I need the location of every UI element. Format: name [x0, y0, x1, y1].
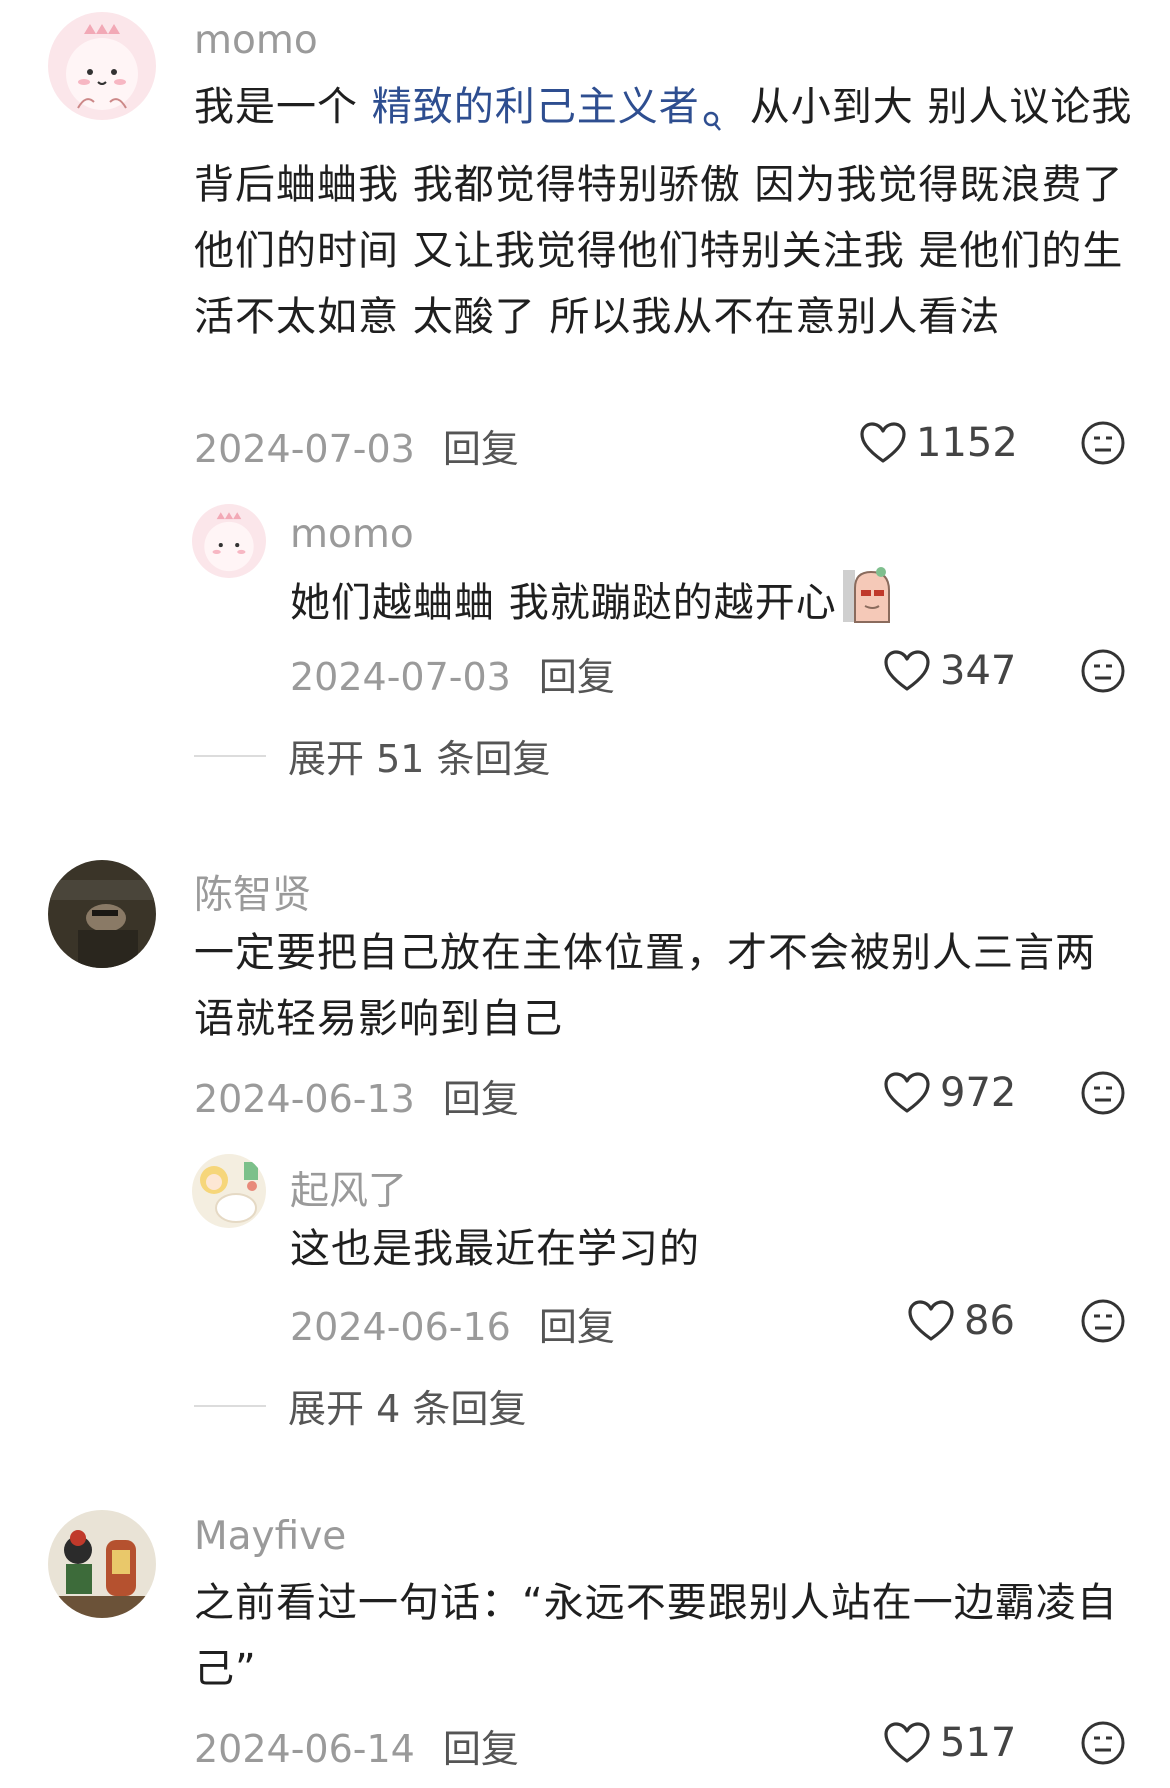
- heart-icon: [908, 1300, 954, 1341]
- reply-button[interactable]: 回复: [443, 1077, 519, 1121]
- expand-label: 展开 51 条回复: [288, 737, 551, 781]
- username[interactable]: 起风了: [290, 1160, 407, 1216]
- reply-button[interactable]: 回复: [443, 1727, 519, 1771]
- anime-girl-avatar-icon[interactable]: [192, 1154, 266, 1228]
- like-count: 517: [940, 1720, 1017, 1766]
- search-icon[interactable]: [702, 86, 722, 152]
- comment-text-body: 她们越蛐蛐 我就蹦跶的越开心: [290, 580, 837, 626]
- dislike-face-icon[interactable]: [1080, 1298, 1126, 1348]
- dislike-face-icon[interactable]: [1080, 420, 1126, 470]
- search-link[interactable]: 精致的利己主义者: [372, 84, 700, 130]
- like-count: 347: [940, 648, 1017, 694]
- like-button[interactable]: 86: [908, 1298, 1015, 1344]
- comment-text-body: 之前看过一句话：“永远不要跟别人站在一边霸凌自己”: [194, 1580, 1118, 1692]
- expand-replies-button[interactable]: 展开 51 条回复: [194, 728, 551, 783]
- expand-replies-button[interactable]: 展开 4 条回复: [194, 1378, 526, 1433]
- pink-cartoon-avatar-icon[interactable]: [192, 504, 266, 578]
- comment-text: 我是一个 精致的利己主义者 从小到大 别人议论我 背后蛐蛐我 我都觉得特别骄傲 因…: [194, 74, 1134, 350]
- username[interactable]: 陈智贤: [194, 864, 311, 920]
- dislike-face-icon[interactable]: [1080, 1070, 1126, 1120]
- comment-text: 这也是我最近在学习的: [290, 1216, 1150, 1282]
- reply-button[interactable]: 回复: [539, 655, 615, 699]
- heart-icon: [860, 422, 906, 463]
- comment-date: 2024-07-03: [194, 427, 415, 471]
- comment-date: 2024-06-13: [194, 1077, 415, 1121]
- pink-cartoon-avatar-icon[interactable]: [48, 12, 156, 120]
- divider-line: [194, 1404, 266, 1407]
- reply-button[interactable]: 回复: [539, 1305, 615, 1349]
- dislike-face-icon[interactable]: [1080, 648, 1126, 698]
- comment-text: 一定要把自己放在主体位置，才不会被别人三言两语就轻易影响到自己: [194, 920, 1134, 1052]
- comment-text-before: 我是一个: [194, 84, 372, 130]
- toy-collection-avatar-icon[interactable]: [48, 1510, 156, 1618]
- divider-line: [194, 754, 266, 757]
- comment-text: 她们越蛐蛐 我就蹦跶的越开心: [290, 566, 1150, 644]
- comment-meta: 2024-07-03 回复: [194, 418, 519, 473]
- expand-label: 展开 4 条回复: [288, 1387, 527, 1431]
- comment-date: 2024-07-03: [290, 655, 511, 699]
- like-button[interactable]: 1152: [860, 420, 1018, 466]
- username[interactable]: Mayfive: [194, 1514, 346, 1559]
- comment-text: 之前看过一句话：“永远不要跟别人站在一边霸凌自己”: [194, 1570, 1134, 1702]
- heart-icon: [884, 1072, 930, 1113]
- like-button[interactable]: 517: [884, 1720, 1016, 1766]
- comment-meta: 2024-06-13 回复: [194, 1068, 519, 1123]
- heart-icon: [884, 650, 930, 691]
- comment-meta: 2024-07-03 回复: [290, 646, 615, 701]
- like-count: 86: [964, 1298, 1015, 1344]
- like-count: 1152: [916, 420, 1018, 466]
- reply-button[interactable]: 回复: [443, 427, 519, 471]
- dark-photo-avatar-icon[interactable]: [48, 860, 156, 968]
- comment-text-body: 一定要把自己放在主体位置，才不会被别人三言两语就轻易影响到自己: [194, 930, 1096, 1042]
- like-button[interactable]: 972: [884, 1070, 1016, 1116]
- comment-meta: 2024-06-16 回复: [290, 1296, 615, 1351]
- comment-date: 2024-06-16: [290, 1305, 511, 1349]
- comment-text-body: 这也是我最近在学习的: [290, 1226, 700, 1272]
- comment-date: 2024-06-14: [194, 1727, 415, 1771]
- username[interactable]: momo: [290, 512, 414, 557]
- dislike-face-icon[interactable]: [1080, 1720, 1126, 1770]
- like-button[interactable]: 347: [884, 648, 1016, 694]
- peeking-sticker-icon: [841, 566, 897, 644]
- comment-meta: 2024-06-14 回复: [194, 1718, 519, 1773]
- like-count: 972: [940, 1070, 1017, 1116]
- username[interactable]: momo: [194, 18, 318, 63]
- heart-icon: [884, 1722, 930, 1763]
